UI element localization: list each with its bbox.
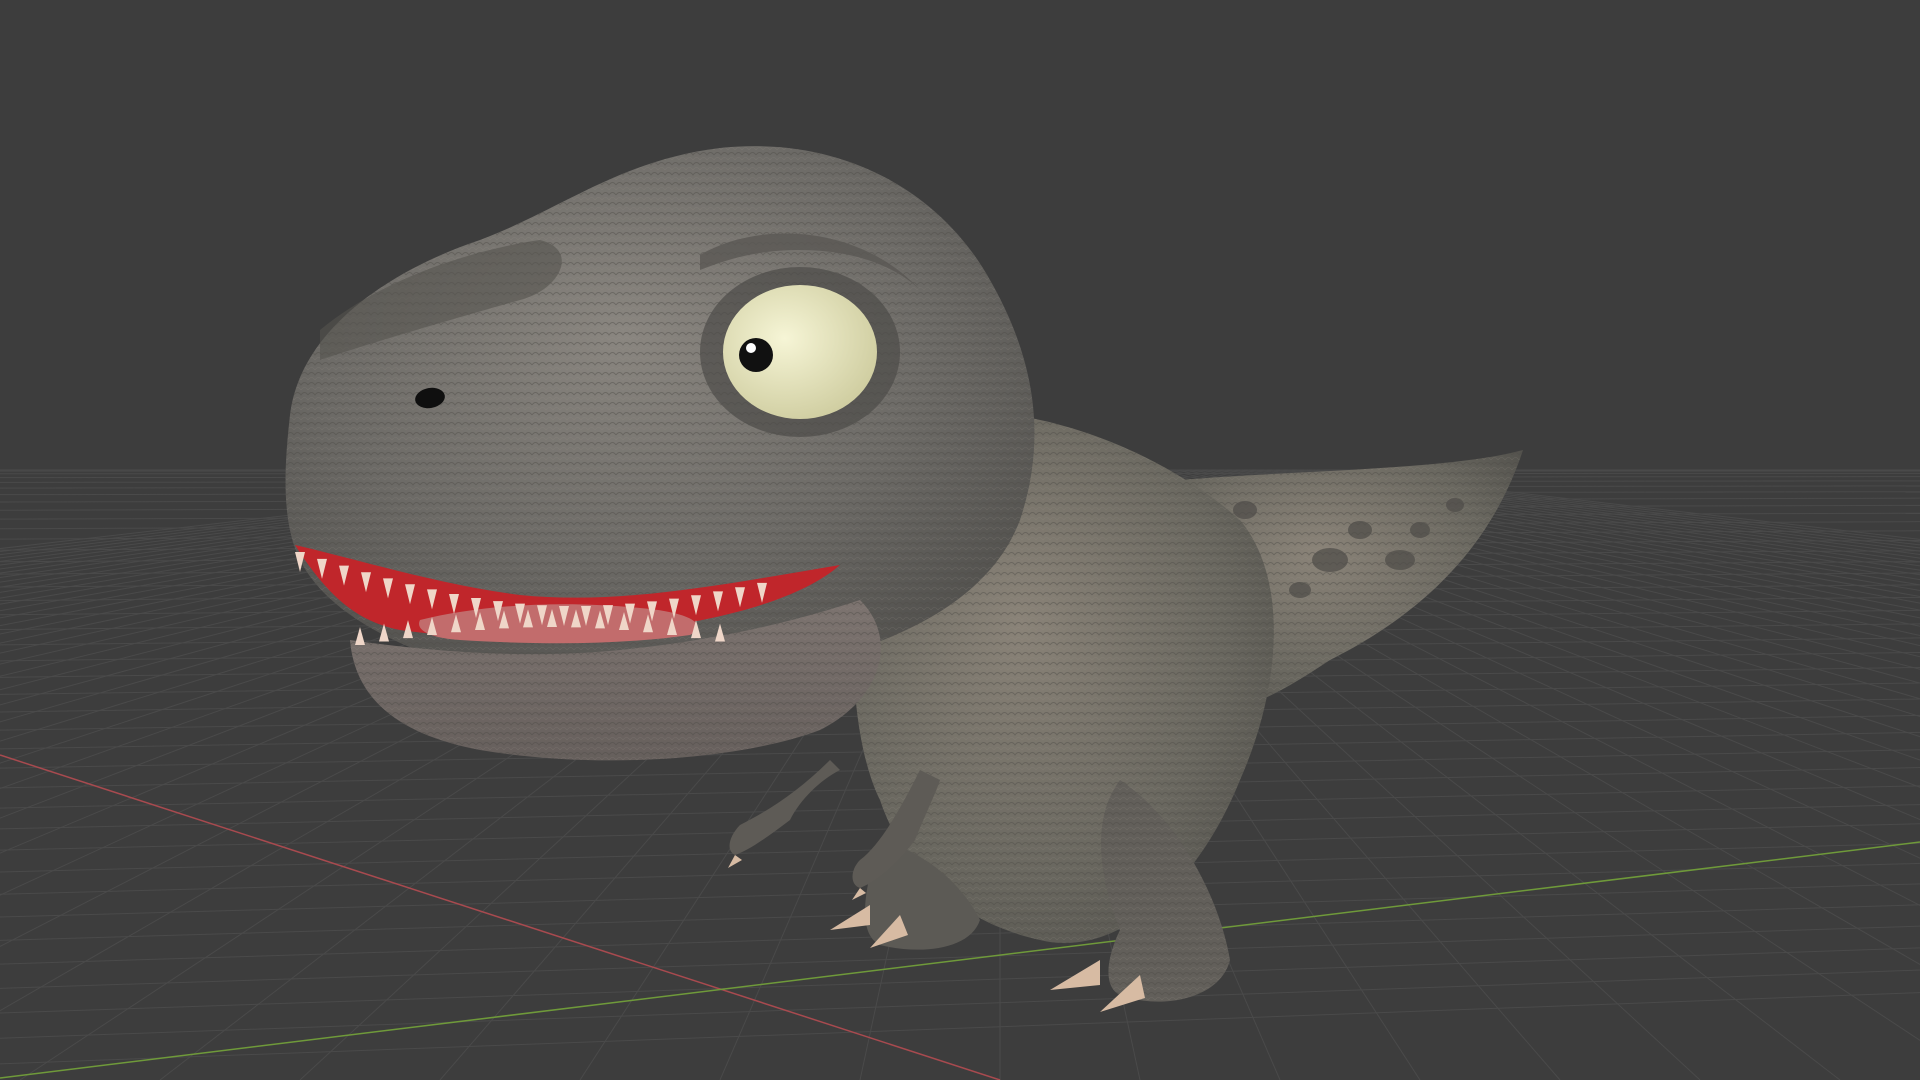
eye-highlight (746, 343, 756, 353)
3d-viewport[interactable] (0, 0, 1920, 1080)
viewport-canvas[interactable] (0, 0, 1920, 1080)
dinosaur-pupil (739, 338, 773, 372)
tooth (355, 627, 365, 645)
